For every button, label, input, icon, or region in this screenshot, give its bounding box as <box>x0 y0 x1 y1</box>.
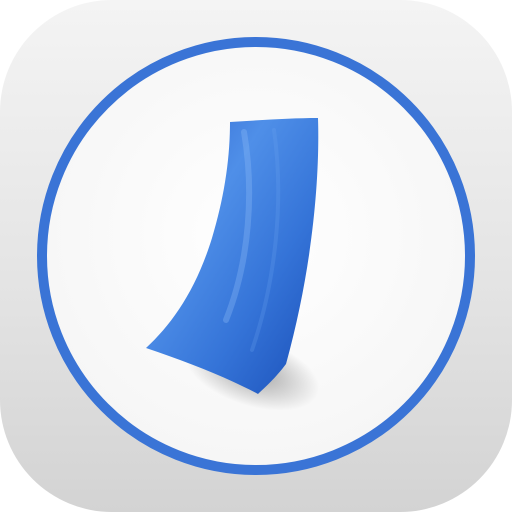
app-icon-artwork <box>37 37 475 475</box>
app-icon[interactable] <box>0 0 512 512</box>
